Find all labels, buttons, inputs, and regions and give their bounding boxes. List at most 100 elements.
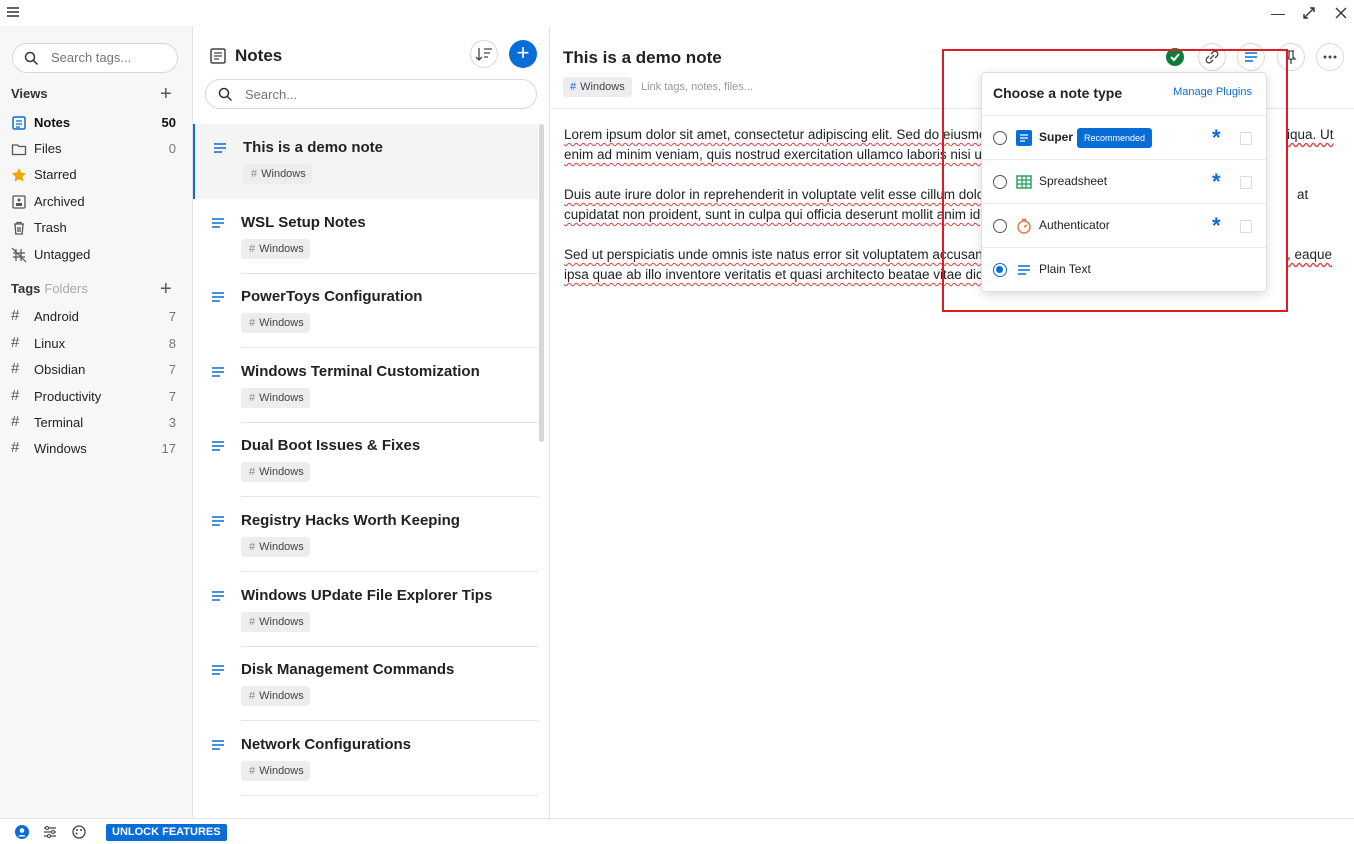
sidebar-item-count: 7 [168,362,176,377]
note-title: Network Configurations [241,736,412,753]
note-tag-label: Windows [259,392,304,404]
notes-list-pane: Notes + This is a demo note #Windows WSL… [193,26,550,818]
text-line: enim ad minim veniam, quis nostrud exerc… [564,147,986,162]
notes-icon [210,48,226,64]
note-tag[interactable]: # Windows [241,239,310,259]
sidebar-item-label: Archived [34,194,85,209]
hash-icon: # [249,690,256,702]
hash-icon: # [249,541,256,553]
notes-scrollbar[interactable] [539,124,544,442]
note-title: Registry Hacks Worth Keeping [241,512,460,529]
account-icon[interactable] [15,825,29,839]
sidebar-item-notes[interactable]: Notes 50 [0,110,192,136]
hash-icon: # [249,466,256,478]
sidebar-item-files[interactable]: Files 0 [0,136,192,162]
text-line: cupidatat non proident, sunt in culpa qu… [564,207,981,222]
note-tag[interactable]: # Windows [241,388,310,408]
note-list-item[interactable]: Network Configurations # Windows [193,721,538,796]
sidebar-item-count: 7 [168,389,176,404]
note-title: Disk Management Commands [241,661,455,678]
hash-icon: # [251,168,258,180]
note-tag-label: Windows [259,690,304,702]
plain-text-icon [212,218,224,228]
note-tag-label: Windows [259,317,304,329]
tag-search-box[interactable] [12,43,178,73]
note-list-item[interactable]: Registry Hacks Worth Keeping # Windows [193,497,538,572]
sidebar-item-starred[interactable]: Starred [0,162,192,188]
unlock-features-button[interactable]: UNLOCK FEATURES [106,824,227,841]
note-list-item[interactable]: Windows UPdate File Explorer Tips # Windo… [193,572,538,647]
add-tag-button[interactable]: + [160,279,172,299]
sidebar-tag-obsidian[interactable]: # Obsidian 7 [0,357,192,383]
menu-icon[interactable] [6,5,20,19]
text-line: Duis aute irure dolor in reprehenderit i… [564,187,985,202]
add-view-button[interactable]: + [160,84,172,104]
hash-icon: # [249,392,256,404]
text-line: ipsa quae ab illo inventore veritatis et… [564,267,987,282]
sort-button[interactable] [470,40,498,68]
sidebar-item-count: 7 [168,309,176,324]
note-list-item[interactable]: Dual Boot Issues & Fixes # Windows [193,422,538,497]
close-icon[interactable] [1331,3,1351,23]
sidebar-tag-productivity[interactable]: # Productivity 7 [0,384,192,410]
new-note-button[interactable]: + [509,40,537,68]
preferences-icon[interactable] [43,825,57,839]
note-tag-label: Windows [259,243,304,255]
note-tag[interactable]: # Windows [241,686,310,706]
note-title: Dual Boot Issues & Fixes [241,437,421,454]
sidebar-tag-terminal[interactable]: # Terminal 3 [0,410,192,436]
themes-icon[interactable] [72,825,86,839]
sidebar-tag-windows[interactable]: # Windows 17 [0,436,192,462]
sidebar-item-label: Linux [34,336,66,351]
note-tag[interactable]: # Windows [241,313,310,333]
sidebar-item-count: 3 [168,415,176,430]
maximize-icon[interactable] [1299,3,1319,23]
text-fragment: at [1297,187,1309,202]
hash-icon: # [570,81,577,93]
sidebar-item-trash[interactable]: Trash [0,215,192,241]
note-tag[interactable]: # Windows [243,164,312,184]
sidebar-item-label: Obsidian [34,362,86,377]
folder-icon [11,144,27,156]
note-title: Windows Terminal Customization [241,363,480,380]
link-input[interactable]: Link tags, notes, files... [641,81,753,93]
sidebar-item-archived[interactable]: Archived [0,189,192,215]
sidebar-tag-linux[interactable]: # Linux 8 [0,331,192,357]
sidebar-item-label: Windows [34,441,87,456]
sidebar-item-untagged[interactable]: Untagged [0,242,192,268]
more-icon [1323,55,1337,59]
minimize-icon[interactable]: — [1268,3,1288,23]
note-tag[interactable]: # Windows [241,612,310,632]
tags-heading: Tags Folders [11,281,88,296]
folders-toggle[interactable]: Folders [44,281,87,296]
more-options-button[interactable] [1316,43,1344,71]
hash-icon: # [11,413,20,430]
sidebar-item-count: 17 [161,441,176,456]
note-list-item[interactable]: WSL Setup Notes # Windows [193,199,538,274]
tag-search-input[interactable] [51,50,171,65]
plain-text-icon [212,367,224,377]
notes-list-title: Notes [235,46,283,65]
sidebar-item-label: Files [34,141,62,156]
note-title-field[interactable]: This is a demo note [563,48,722,68]
note-tag[interactable]: # Windows [241,761,310,781]
notes-icon [12,116,26,130]
note-tag[interactable]: # Windows [241,462,310,482]
sidebar-tag-android[interactable]: # Android 7 [0,304,192,330]
notes-search-input[interactable] [245,87,505,102]
trash-icon [14,221,24,235]
hash-icon: # [249,765,256,777]
plain-text-icon [212,591,224,601]
notes-search-box[interactable] [205,79,537,109]
note-list-item[interactable]: This is a demo note # Windows [193,124,538,199]
text-fragment: iqua. Ut [1287,127,1334,142]
views-heading: Views [11,86,48,101]
note-tag-chip[interactable]: # Windows [563,77,632,97]
note-tag[interactable]: # Windows [241,537,310,557]
sidebar-item-count: 0 [168,141,176,156]
note-list-item[interactable]: PowerToys Configuration # Windows [193,273,538,348]
note-list-item[interactable]: Windows Terminal Customization # Windows [193,348,538,423]
note-list-item[interactable]: Disk Management Commands # Windows [193,646,538,721]
plain-text-icon [212,516,224,526]
title-bar: — [0,0,1354,26]
